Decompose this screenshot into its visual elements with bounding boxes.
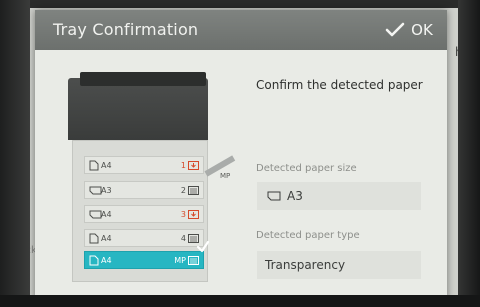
- dialog-title: Tray Confirmation: [53, 20, 199, 39]
- confirm-instruction: Confirm the detected paper: [256, 78, 423, 92]
- tray-number: 2: [180, 186, 186, 195]
- tray-2[interactable]: A3 2: [84, 181, 204, 199]
- dialog-title-bar: Tray Confirmation OK: [35, 10, 447, 50]
- tray-size-label: A4: [101, 256, 112, 265]
- bezel-left: [0, 0, 30, 307]
- detected-size-label: Detected paper size: [256, 163, 357, 174]
- ok-button-label: OK: [411, 21, 433, 39]
- paper-portrait-icon: [89, 160, 99, 171]
- tray-3[interactable]: A4 3: [84, 205, 204, 223]
- tray-size-label: A4: [101, 234, 112, 243]
- detected-type-label: Detected paper type: [256, 230, 360, 241]
- tray-empty-icon: [188, 210, 199, 219]
- selected-check-icon: [196, 240, 210, 253]
- bezel-right: [458, 0, 480, 307]
- ok-button[interactable]: OK: [377, 15, 441, 45]
- tray-size-label: A3: [101, 186, 112, 195]
- tray-empty-icon: [188, 161, 199, 170]
- tray-number: 4: [180, 234, 186, 243]
- tray-number: 1: [180, 161, 186, 170]
- detected-type-field: Transparency: [257, 251, 421, 279]
- tray-size-label: A4: [101, 210, 112, 219]
- printer-lid: [80, 72, 206, 86]
- mp-tray-label: MP: [220, 172, 231, 180]
- detected-size-value: A3: [287, 189, 303, 203]
- tray-mp[interactable]: A4 MP: [84, 251, 204, 269]
- printer-illustration: MP A4 1 A3 2 A4 3 A4 4 A4 MP: [68, 70, 242, 282]
- checkmark-icon: [385, 22, 405, 37]
- detected-type-value: Transparency: [265, 258, 346, 272]
- tray-paper-icon: [188, 186, 199, 195]
- paper-landscape-icon: [267, 191, 281, 201]
- tray-4[interactable]: A4 4: [84, 229, 204, 247]
- bezel-bottom: [0, 295, 480, 307]
- tray-paper-icon: [188, 256, 199, 265]
- tray-confirmation-dialog: Tray Confirmation OK MP A4 1 A3 2 A4 3 A…: [35, 10, 447, 300]
- paper-portrait-icon: [89, 255, 99, 266]
- tray-number: MP: [174, 256, 186, 265]
- paper-portrait-icon: [89, 233, 99, 244]
- detected-size-field: A3: [257, 182, 421, 210]
- printer-top: [68, 78, 208, 140]
- tray-number: 3: [180, 210, 186, 219]
- tray-1[interactable]: A4 1: [84, 156, 204, 174]
- tray-size-label: A4: [101, 161, 112, 170]
